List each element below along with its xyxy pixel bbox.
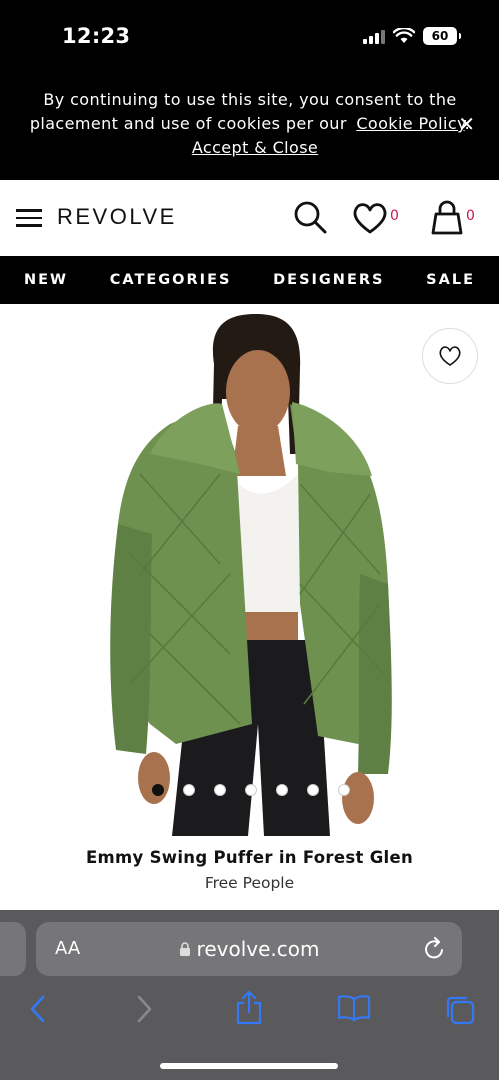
carousel-dot[interactable]	[276, 784, 288, 796]
status-time: 12:23	[62, 24, 131, 48]
previous-tab-stub[interactable]	[0, 922, 26, 976]
menu-icon[interactable]	[16, 209, 42, 227]
heart-outline-icon	[439, 346, 461, 366]
cookie-message: By continuing to use this site, you cons…	[29, 90, 471, 157]
cellular-signal-icon	[363, 28, 385, 44]
cookie-policy-link[interactable]: Cookie Policy	[356, 114, 464, 133]
carousel-dot[interactable]	[338, 784, 350, 796]
carousel-dot[interactable]	[214, 784, 226, 796]
address-bar[interactable]: AA revolve.com	[36, 922, 462, 976]
wishlist-count: 0	[390, 208, 399, 224]
bag-count: 0	[466, 208, 475, 224]
url-text: revolve.com	[196, 937, 320, 961]
model-photo	[110, 314, 392, 836]
product-name[interactable]: Emmy Swing Puffer in Forest Glen	[0, 848, 499, 867]
bookmarks-icon[interactable]	[337, 994, 371, 1022]
lock-icon	[179, 942, 190, 956]
status-icons: 60	[363, 27, 461, 45]
browser-toolbar	[0, 990, 499, 1034]
nav-item-designers[interactable]: DESIGNERS	[273, 272, 384, 288]
battery-icon: 60	[423, 27, 461, 45]
cookie-banner-area: 12:23 60 By continuing to use this site,…	[0, 0, 499, 180]
nav-item-sale[interactable]: SALE	[426, 272, 475, 288]
tabs-icon[interactable]	[444, 994, 476, 1026]
nav-item-new[interactable]: NEW	[24, 272, 68, 288]
category-nav: NEW CATEGORIES DESIGNERS SALE	[0, 256, 499, 304]
carousel-dot[interactable]	[152, 784, 164, 796]
carousel-dot[interactable]	[183, 784, 195, 796]
product-brand[interactable]: Free People	[0, 874, 499, 892]
cookie-close-icon[interactable]: ✕	[458, 112, 475, 136]
carousel-dot[interactable]	[245, 784, 257, 796]
add-to-wishlist-button[interactable]	[422, 328, 478, 384]
back-icon[interactable]	[28, 994, 46, 1024]
wifi-icon	[393, 28, 415, 43]
site-header: REVOLVE 0 0	[0, 180, 499, 256]
product-card: Emmy Swing Puffer in Forest Glen Free Pe…	[0, 304, 499, 910]
image-carousel-dots	[152, 784, 350, 796]
share-icon[interactable]	[234, 990, 264, 1026]
url-display[interactable]: revolve.com	[36, 937, 462, 961]
carousel-dot[interactable]	[307, 784, 319, 796]
accept-close-button[interactable]: Accept & Close	[192, 138, 318, 157]
search-icon[interactable]	[293, 200, 327, 234]
site-logo[interactable]: REVOLVE	[57, 204, 177, 230]
home-indicator	[160, 1063, 338, 1069]
shopping-bag-icon[interactable]	[430, 200, 464, 236]
wishlist-heart-icon[interactable]	[352, 202, 388, 234]
nav-item-categories[interactable]: CATEGORIES	[110, 272, 232, 288]
browser-bottom-bar: AA revolve.com	[0, 910, 499, 1080]
reload-icon[interactable]	[424, 937, 446, 961]
forward-icon[interactable]	[136, 994, 154, 1024]
product-image[interactable]	[0, 304, 499, 836]
